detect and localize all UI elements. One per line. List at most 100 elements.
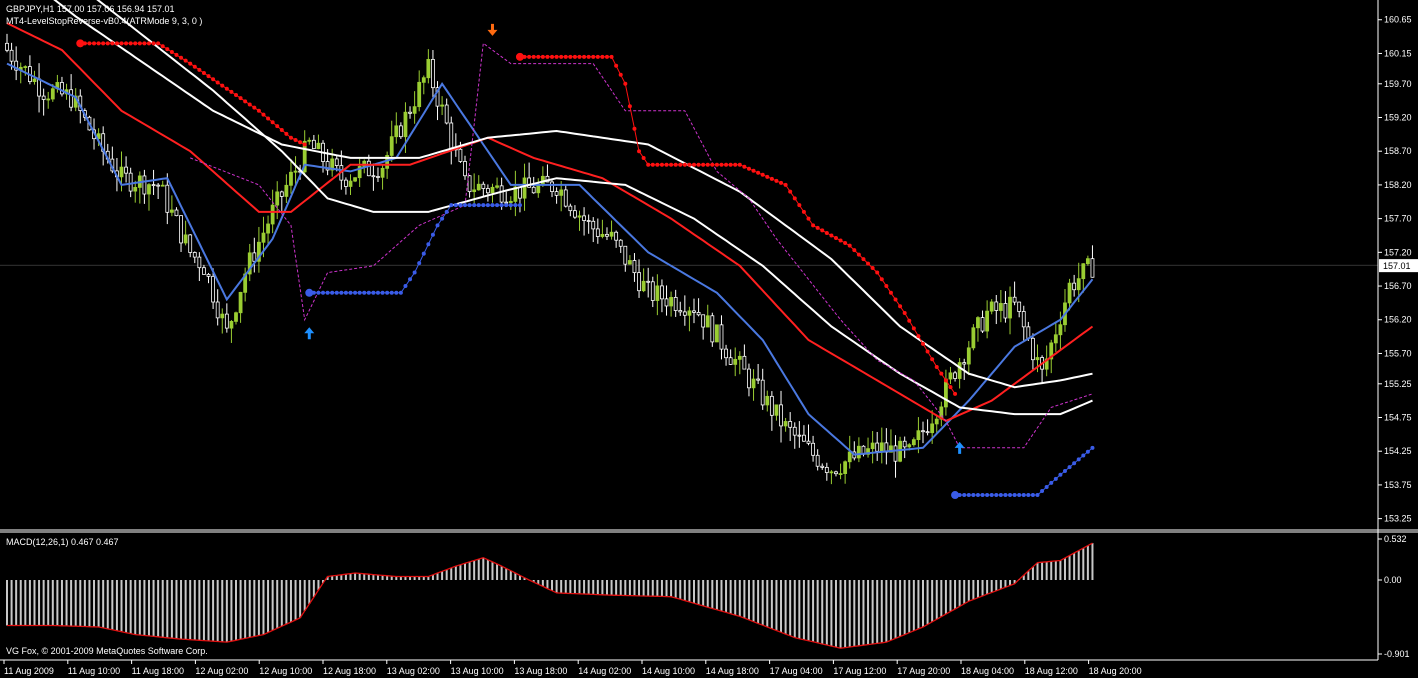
stop-red-dot [898,304,903,309]
stop-red-dot [156,41,161,46]
stop-red-dot [234,93,238,98]
stop-red-dot [705,162,710,167]
stop-red-dot [710,162,715,167]
stop-red-dot [737,162,742,167]
stop-blue-dot [458,203,463,208]
price-tick-label: 155.70 [1384,348,1412,358]
stop-red-dot [522,54,527,59]
stop-blue-dot [966,493,971,498]
stop-red-dot [174,52,179,57]
stop-red-dot [87,41,92,46]
stop-red-dot [701,162,706,167]
stop-red-dot [545,54,550,59]
stop-red-dot [133,41,138,46]
macd-tick-label: 0.00 [1384,575,1402,585]
stop-red-dot [925,349,930,354]
time-label: 13 Aug 02:00 [387,666,440,676]
stop-red-dot [728,162,733,167]
stop-blue-dot [380,290,385,295]
stop-blue-dot [1049,480,1054,485]
svg-text:157.01: 157.01 [1383,261,1411,271]
stop-red-dot [724,162,729,167]
stop-red-dot [843,241,848,246]
stop-red-dot [527,54,532,59]
stop-red-dot [678,162,683,167]
stop-red-dot [714,162,719,167]
stop-blue-dot [1090,445,1095,450]
stop-red-dot [229,89,234,94]
stop-blue-dot [463,203,467,208]
stop-red-dot [953,391,958,396]
stop-red-dot [696,162,701,167]
stop-blue-dot [394,290,399,295]
stop-red-dot [948,385,953,390]
stop-red-dot [866,261,871,266]
stop-red-dot [751,168,756,173]
stop-blue-dot [353,290,358,295]
stop-blue-dot [485,203,490,208]
stop-blue-dot [366,290,371,295]
price-chart[interactable]: 160.65 160.15 159.70 159.20 158.70 158.20 157.… [0,0,1418,678]
stop-blue-dot [385,290,390,295]
stop-red-dot [765,174,770,179]
stop-red-dot [930,357,935,362]
price-tick-label: 153.25 [1384,514,1412,524]
stop-blue-dot [417,261,422,266]
price-tick-label: 154.25 [1384,446,1412,456]
stop-blue-dot [339,290,344,295]
stop-red-dot [852,248,857,253]
stop-blue-dot [334,290,339,295]
stop-blue-dot [1076,457,1081,462]
stop-blue-dot [449,203,454,208]
stop-red-dot [682,162,687,167]
time-label: 11 Aug 18:00 [132,666,184,676]
stop-red-dot [256,108,261,113]
time-label: 18 Aug 20:00 [1089,666,1142,676]
stop-blue-dot [398,290,403,295]
stop-red-dot [746,166,751,171]
stop-blue-dot [962,493,967,498]
stop-red-dot [760,172,765,177]
stop-red-dot [820,228,825,233]
stop-blue-dot [985,493,990,498]
stop-blue-dot [1044,484,1049,489]
stop-blue-dot [371,290,376,295]
stop-blue-dot [1012,493,1017,498]
stop-red-dot [829,233,834,238]
stop-red-dot [142,41,147,46]
stop-red-dot [801,209,806,214]
stop-blue-dot [426,242,431,247]
stop-red-dot [247,102,252,107]
price-tick-label: 154.75 [1384,413,1412,423]
price-tick-label: 153.75 [1384,480,1412,490]
stop-blue-dot [357,290,362,295]
stop-red-dot [293,137,298,142]
stop-blue-dot [481,203,486,208]
stop-red-dot [160,44,165,49]
stop-blue-dot [343,290,348,295]
stop-blue-dot [513,203,518,208]
stop-red-dot [614,63,619,68]
stop-blue-dot [1081,453,1086,458]
stop-red-dot [687,162,692,167]
stop-blue-dot [476,203,481,208]
stop-blue-dot [508,203,513,208]
time-label: 14 Aug 02:00 [578,666,631,676]
stop-red-dot [911,326,916,331]
stop-red-dot [82,41,87,46]
price-tick-label: 156.20 [1384,315,1412,325]
stop-red-dot [124,41,129,46]
price-tick-label: 155.25 [1384,379,1412,389]
stop-red-dot [659,162,664,167]
macd-tick-label: -0.901 [1384,649,1410,659]
time-label: 17 Aug 04:00 [770,666,823,676]
stop-red-dot [833,236,838,241]
stop-blue-dot [971,493,976,498]
stop-blue-dot [1062,468,1067,473]
stop-red-dot [756,170,761,175]
price-tick-label: 160.65 [1384,15,1412,25]
stop-red-dot [536,54,541,59]
stop-red-dot [788,189,793,194]
stop-blue-dot [1008,493,1013,498]
stop-blue-dot [1040,488,1045,493]
